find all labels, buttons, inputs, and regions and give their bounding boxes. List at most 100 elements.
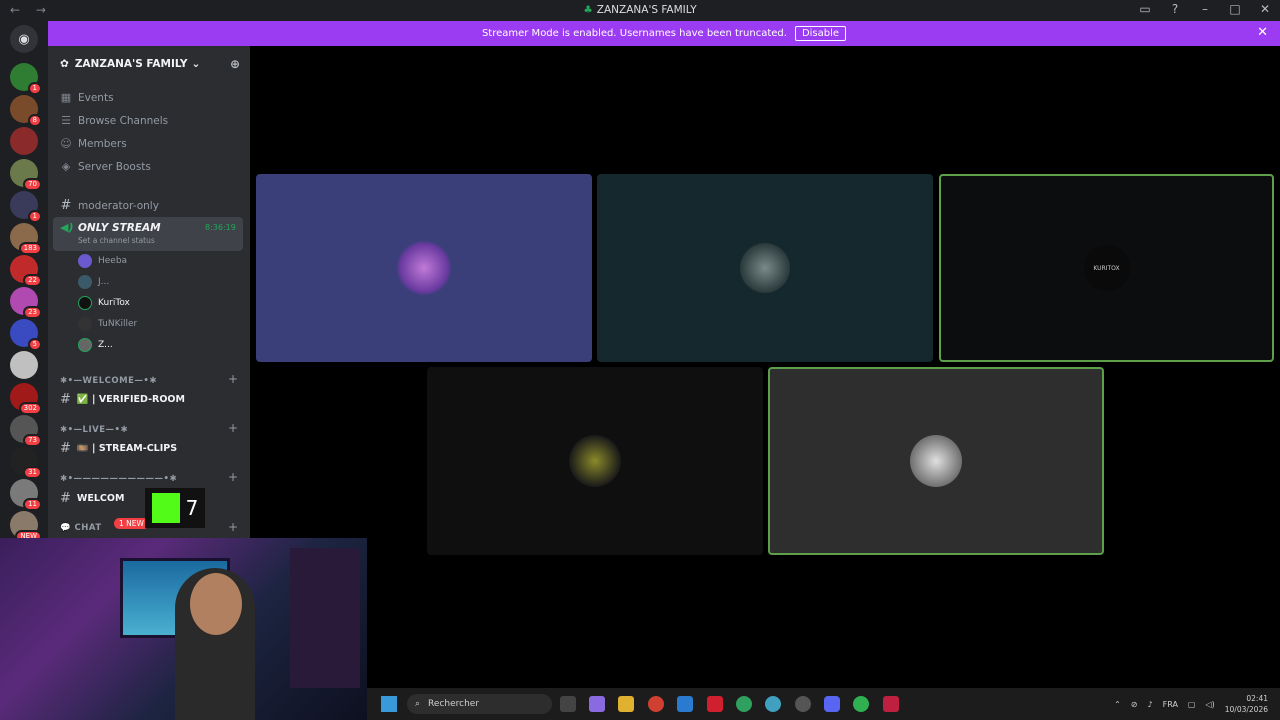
app-icon[interactable] — [677, 696, 693, 712]
file-explorer-icon[interactable] — [618, 696, 634, 712]
members-icon: ☺ — [60, 137, 72, 150]
nav-server-boosts[interactable]: ◈ Server Boosts — [60, 160, 151, 173]
browse-channels-icon: ☰ — [61, 114, 71, 127]
chevron-down-icon: ⌄ — [191, 58, 201, 70]
help-icon[interactable]: ? — [1160, 2, 1190, 16]
server-icon[interactable]: 1 — [10, 191, 42, 223]
hash-icon: # — [60, 198, 72, 213]
hash-icon: # — [60, 441, 71, 456]
display-icon[interactable]: ▢ — [1188, 700, 1196, 709]
server-icon[interactable]: 183 — [10, 223, 42, 255]
task-view-icon[interactable] — [560, 696, 576, 712]
guild-header[interactable]: ✿ ZANZANA'S FAMILY ⌄ ⊕ — [48, 46, 250, 82]
taskbar-search[interactable]: ⌕ Rechercher — [407, 694, 552, 714]
discord-icon[interactable] — [824, 696, 840, 712]
chrome-icon[interactable] — [648, 696, 664, 712]
voice-user[interactable]: KuriTox — [78, 296, 130, 310]
category-chat[interactable]: 💬 CHAT — [60, 523, 102, 533]
discord-home-icon[interactable]: ◉ — [10, 25, 38, 53]
server-icon[interactable] — [10, 127, 38, 155]
add-channel-icon[interactable]: + — [228, 372, 238, 386]
category-divider[interactable]: ✱•——————————•✱ — [60, 474, 177, 484]
nav-events[interactable]: ▦ Events — [60, 91, 114, 104]
server-badge: 8 — [27, 114, 42, 127]
clock[interactable]: 02:41 10/03/2026 — [1225, 693, 1268, 715]
participant-tile-speaking[interactable]: KURITOX — [939, 174, 1274, 362]
voice-user[interactable]: Heeba — [78, 254, 127, 268]
server-badge: 31 — [23, 466, 42, 479]
app-icon[interactable] — [883, 696, 899, 712]
banner-text: Streamer Mode is enabled. Usernames have… — [481, 28, 787, 39]
shelf-background — [290, 548, 360, 688]
chrome-icon[interactable] — [736, 696, 752, 712]
chrome-icon[interactable] — [853, 696, 869, 712]
avatar — [78, 317, 92, 331]
category-welcome[interactable]: ✱•—WELCOME—•✱ — [60, 376, 157, 386]
participant-tile-speaking[interactable] — [768, 367, 1104, 555]
app-icon[interactable] — [795, 696, 811, 712]
server-icon[interactable]: 22 — [10, 255, 42, 287]
windows-taskbar: ⌕ Rechercher ⌃ ⊘ ♪ FRA ▢ ◁) 02:41 10/03/… — [367, 688, 1280, 720]
add-channel-icon[interactable]: + — [228, 421, 238, 435]
windows-start-icon[interactable] — [381, 696, 397, 712]
disable-button[interactable]: Disable — [794, 26, 847, 41]
add-channel-icon[interactable]: + — [228, 520, 238, 534]
server-badge: 1 — [27, 210, 42, 223]
channel-stream-clips[interactable]: # 🎞️ | STREAM-CLIPS — [60, 441, 177, 456]
server-icon[interactable]: 70 — [10, 159, 42, 191]
chevron-up-icon[interactable]: ⌃ — [1114, 700, 1121, 709]
avatar — [78, 338, 92, 352]
inbox-icon[interactable]: ▭ — [1130, 2, 1160, 16]
server-badge: 1 — [27, 82, 42, 95]
avatar — [396, 240, 452, 296]
voice-user[interactable]: TuNKiller — [78, 317, 137, 331]
server-icon[interactable]: 11 — [10, 479, 42, 511]
network-icon[interactable]: ⊘ — [1131, 700, 1138, 709]
server-icon[interactable]: 23 — [10, 287, 42, 319]
avatar — [910, 435, 962, 487]
server-icon[interactable]: 5 — [10, 319, 42, 351]
new-messages-badge[interactable]: 1 NEW — [114, 518, 149, 529]
participant-tile[interactable] — [427, 367, 763, 555]
avatar — [78, 275, 92, 289]
volume-icon[interactable]: ◁) — [1205, 700, 1214, 709]
copilot-icon[interactable] — [589, 696, 605, 712]
server-badge: 22 — [23, 274, 42, 287]
voice-channel-only-stream[interactable]: ◀) ONLY STREAM — [60, 221, 161, 234]
language-indicator[interactable]: FRA — [1163, 700, 1178, 709]
voice-user[interactable]: J... — [78, 275, 109, 289]
add-channel-icon[interactable]: + — [228, 470, 238, 484]
invite-people-icon[interactable]: ⊕ — [230, 57, 240, 71]
minimize-icon[interactable]: – — [1190, 2, 1220, 16]
channel-status-prompt[interactable]: Set a channel status — [78, 236, 155, 245]
chrome-icon[interactable] — [765, 696, 781, 712]
server-icon[interactable]: 8 — [10, 95, 42, 127]
server-list: ◉ 1 8 70 1 183 22 23 5 302 73 31 11 NEW — [0, 21, 48, 543]
server-icon[interactable]: 73 — [10, 415, 42, 447]
channel-welcome[interactable]: # WELCOM — [60, 491, 124, 506]
microphone-icon[interactable]: ♪ — [1148, 700, 1153, 709]
participant-tile[interactable] — [597, 174, 933, 362]
close-window-icon[interactable]: ✕ — [1250, 2, 1280, 16]
app-icon[interactable] — [707, 696, 723, 712]
server-badge: 73 — [23, 434, 42, 447]
participant-tile[interactable] — [256, 174, 592, 362]
server-icon[interactable] — [10, 351, 38, 379]
voice-user[interactable]: Z... — [78, 338, 113, 352]
close-banner-icon[interactable]: ✕ — [1257, 25, 1268, 40]
channel-moderator-only[interactable]: # moderator-only — [60, 198, 159, 213]
server-icon[interactable]: NEW — [10, 511, 42, 543]
nav-browse-channels[interactable]: ☰ Browse Channels — [60, 114, 168, 127]
server-icon[interactable]: 31 — [10, 447, 42, 479]
server-icon[interactable]: 302 — [10, 383, 42, 415]
channel-verified-room[interactable]: # ✅ | VERIFIED-ROOM — [60, 392, 185, 407]
server-icon[interactable]: 1 — [10, 63, 42, 95]
maximize-icon[interactable]: □ — [1220, 2, 1250, 16]
server-badge: 11 — [23, 498, 42, 511]
guild-icon: ✿ — [60, 58, 69, 70]
window-titlebar: ← → ♣ ZANZANA'S FAMILY ▭ ? – □ ✕ — [0, 0, 1280, 21]
guild-name: ZANZANA'S FAMILY — [74, 58, 188, 70]
category-live[interactable]: ✱•—LIVE—•✱ — [60, 425, 128, 435]
nav-members[interactable]: ☺ Members — [60, 137, 126, 150]
calendar-icon: ▦ — [60, 91, 72, 104]
